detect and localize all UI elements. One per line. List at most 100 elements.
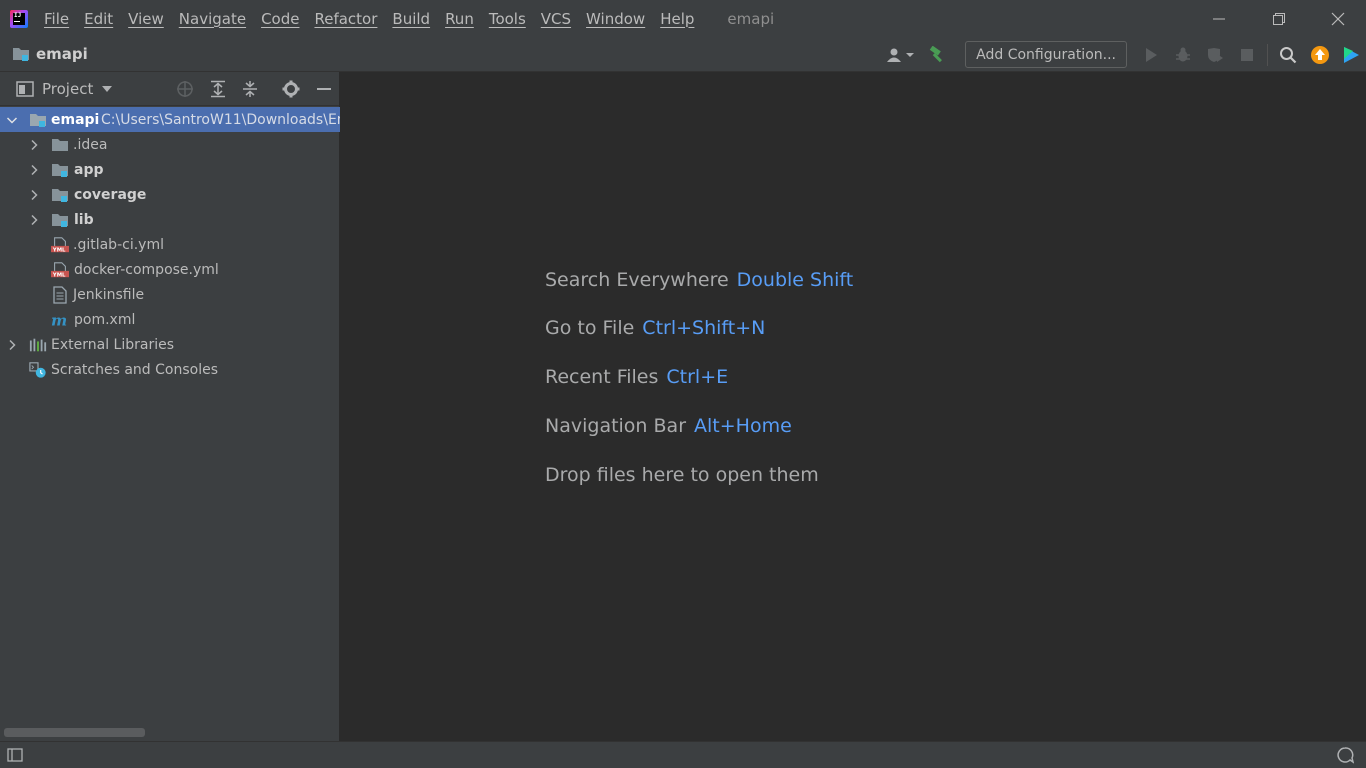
event-log-icon[interactable] <box>1336 746 1354 764</box>
tree-label: pom.xml <box>74 311 136 328</box>
menu-view[interactable]: View <box>128 10 164 28</box>
code-with-me-icon <box>1344 46 1359 63</box>
tree-item-gitlab-ci[interactable]: YML .gitlab-ci.yml <box>0 232 340 257</box>
hint-recent-files: Recent Files Ctrl+E <box>545 366 728 388</box>
tree-root-emapi[interactable]: emapi C:\Users\SantroW11\Downloads\Em <box>0 107 340 132</box>
hammer-icon <box>929 45 943 62</box>
status-bar <box>0 741 1366 768</box>
minimize-icon <box>317 88 331 90</box>
debug-button[interactable] <box>1167 41 1199 69</box>
project-view-icon <box>16 80 34 97</box>
project-view-selector[interactable]: Project <box>42 80 93 98</box>
menu-refactor[interactable]: Refactor <box>314 10 377 28</box>
hint-text: Recent Files <box>545 366 659 388</box>
chevron-right-icon[interactable] <box>28 164 40 176</box>
breadcrumb-project: emapi <box>36 45 88 63</box>
coverage-button[interactable] <box>1199 41 1231 69</box>
navigation-bar: emapi Add Configuration... <box>0 37 1366 72</box>
module-folder-icon <box>51 161 69 179</box>
scratches-icon <box>29 361 47 379</box>
project-panel-header: Project <box>0 72 339 106</box>
folder-icon <box>51 136 69 154</box>
menu-code[interactable]: Code <box>261 10 299 28</box>
close-window-button[interactable] <box>1315 0 1361 37</box>
search-icon <box>1280 46 1297 63</box>
tree-root-path: C:\Users\SantroW11\Downloads\Em <box>101 111 340 128</box>
bug-icon <box>1176 47 1190 61</box>
svg-text:YML: YML <box>52 247 66 253</box>
collapse-all-icon <box>243 81 257 97</box>
tree-label: coverage <box>74 186 147 203</box>
horizontal-scrollbar[interactable] <box>4 728 145 737</box>
add-configuration-button[interactable]: Add Configuration... <box>965 41 1127 68</box>
toolbar-separator <box>1267 43 1268 66</box>
breadcrumb[interactable]: emapi <box>12 45 88 63</box>
hint-shortcut: Alt+Home <box>694 415 792 437</box>
expand-all-button[interactable] <box>206 77 230 101</box>
yaml-file-icon: YML <box>51 261 69 279</box>
expand-all-icon <box>211 80 225 98</box>
chevron-down-icon[interactable] <box>101 85 113 93</box>
tree-label: .gitlab-ci.yml <box>73 236 164 253</box>
text-file-icon <box>51 285 69 304</box>
chevron-down-icon[interactable] <box>6 114 18 126</box>
hint-shortcut: Ctrl+E <box>666 366 729 388</box>
tree-item-pom[interactable]: m pom.xml <box>0 307 340 332</box>
minimize-button[interactable] <box>1196 0 1242 37</box>
run-button[interactable] <box>1135 41 1167 69</box>
module-folder-icon <box>51 211 69 229</box>
hint-drop-files: Drop files here to open them <box>545 464 819 486</box>
ide-update-button[interactable] <box>1304 41 1336 69</box>
hint-text: Navigation Bar <box>545 415 687 437</box>
editor-empty-area[interactable]: Search Everywhere Double Shift Go to File… <box>341 72 1366 741</box>
tree-label: External Libraries <box>51 336 174 353</box>
maven-file-icon: m <box>51 311 69 329</box>
code-with-me-button[interactable] <box>1336 41 1366 69</box>
tree-item-idea[interactable]: .idea <box>0 132 340 157</box>
tree-item-scratches[interactable]: Scratches and Consoles <box>0 357 340 382</box>
chevron-right-icon[interactable] <box>28 139 40 151</box>
tree-item-jenkinsfile[interactable]: Jenkinsfile <box>0 282 340 307</box>
gear-icon <box>282 80 300 98</box>
chevron-right-icon[interactable] <box>28 214 40 226</box>
hint-shortcut: Ctrl+Shift+N <box>642 317 766 339</box>
tree-label: emapi <box>51 111 100 128</box>
menu-navigate[interactable]: Navigate <box>179 10 246 28</box>
restore-button[interactable] <box>1256 0 1302 37</box>
hide-panel-button[interactable] <box>312 77 336 101</box>
vcs-user-button[interactable] <box>881 41 921 69</box>
tree-label: .idea <box>73 136 108 153</box>
chevron-right-icon[interactable] <box>6 339 18 351</box>
menu-help[interactable]: Help <box>660 10 694 28</box>
menu-tools[interactable]: Tools <box>489 10 526 28</box>
menu-run[interactable]: Run <box>445 10 474 28</box>
target-icon <box>177 81 193 97</box>
tree-item-external-libraries[interactable]: External Libraries <box>0 332 340 357</box>
search-everywhere-button[interactable] <box>1272 41 1304 69</box>
hint-text: Drop files here to open them <box>545 464 819 486</box>
chevron-right-icon[interactable] <box>28 189 40 201</box>
locate-file-button[interactable] <box>173 77 197 101</box>
collapse-all-button[interactable] <box>238 77 262 101</box>
tree-label: lib <box>74 211 94 228</box>
run-icon <box>1146 47 1157 62</box>
build-button[interactable] <box>921 41 953 69</box>
tree-item-app[interactable]: app <box>0 157 340 182</box>
svg-text:YML: YML <box>52 272 66 278</box>
title-bar: IJ File Edit View Navigate Code Refactor… <box>0 0 1366 37</box>
tree-item-docker-compose[interactable]: YML docker-compose.yml <box>0 257 340 282</box>
menu-window[interactable]: Window <box>586 10 645 28</box>
tree-item-coverage[interactable]: coverage <box>0 182 340 207</box>
hint-navigation-bar: Navigation Bar Alt+Home <box>545 415 792 437</box>
tool-windows-toggle-icon[interactable] <box>7 748 23 762</box>
tree-item-lib[interactable]: lib <box>0 207 340 232</box>
panel-settings-button[interactable] <box>279 77 303 101</box>
menu-file[interactable]: File <box>44 10 69 28</box>
menu-build[interactable]: Build <box>392 10 430 28</box>
stop-button[interactable] <box>1231 41 1263 69</box>
module-folder-icon <box>29 111 47 129</box>
libraries-icon <box>29 336 47 354</box>
tree-label: Jenkinsfile <box>73 286 145 303</box>
menu-edit[interactable]: Edit <box>84 10 113 28</box>
menu-vcs[interactable]: VCS <box>541 10 571 28</box>
